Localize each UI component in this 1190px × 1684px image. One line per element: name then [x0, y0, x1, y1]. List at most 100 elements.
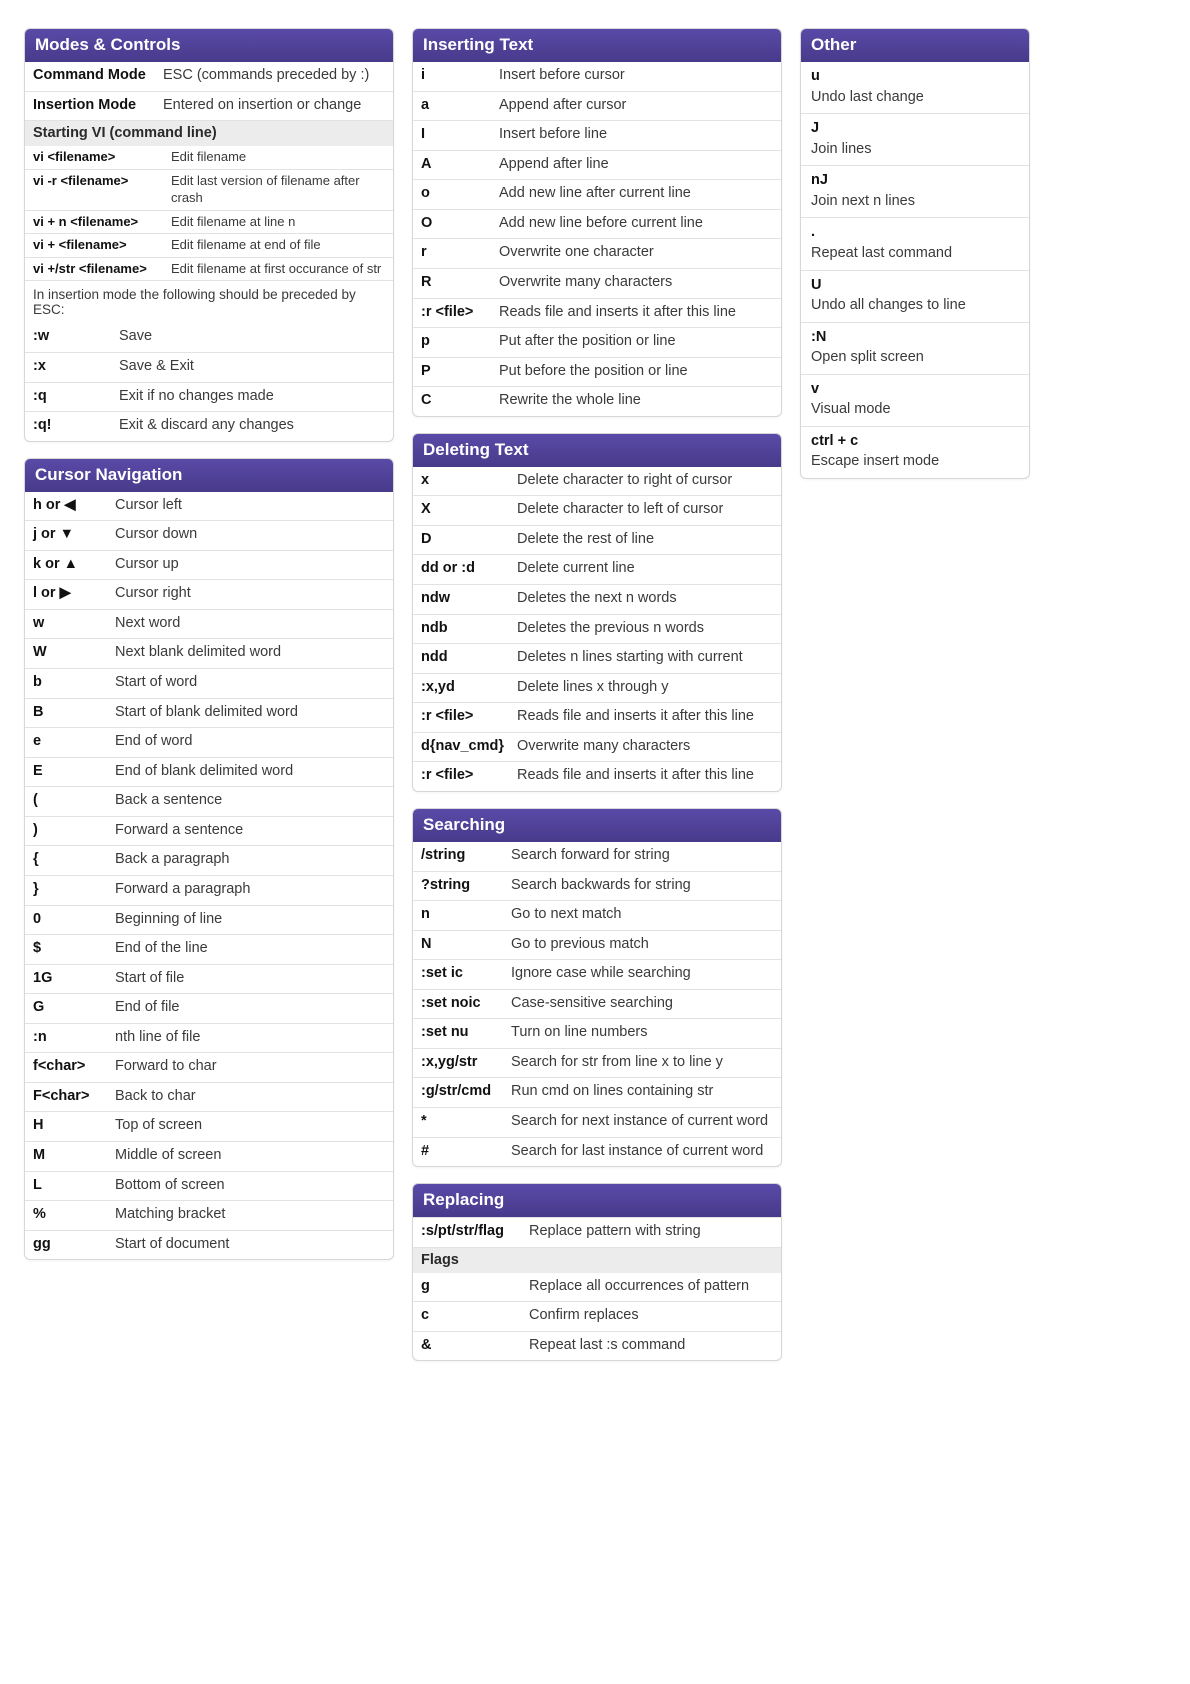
cmd-desc: Search for next instance of current word — [511, 1112, 773, 1132]
table-row: pPut after the position or line — [413, 327, 781, 357]
modes-esc-rows: :wSave:xSave & Exit:qExit if no changes … — [25, 323, 393, 440]
card-header-cursor: Cursor Navigation — [25, 459, 393, 492]
cmd-desc: Overwrite one character — [499, 243, 773, 263]
subhead-starting-vi: Starting VI (command line) — [25, 120, 393, 146]
cmd-key: ( — [33, 791, 115, 811]
cmd-desc: Append after cursor — [499, 96, 773, 116]
cmd-key: ndd — [421, 648, 517, 668]
table-row: CRewrite the whole line — [413, 386, 781, 416]
table-row: AAppend after line — [413, 150, 781, 180]
cmd-key: % — [33, 1205, 115, 1225]
cmd-key: w — [33, 614, 115, 634]
cmd-desc: Cursor left — [115, 496, 385, 516]
cmd-desc: Deletes the previous n words — [517, 619, 773, 639]
cmd-desc: Visual mode — [811, 400, 891, 420]
table-row: ctrl + cEscape insert mode — [801, 426, 1029, 478]
cmd-desc: Escape insert mode — [811, 452, 939, 472]
cmd-key: P — [421, 362, 499, 382]
cmd-desc: Go to next match — [511, 905, 773, 925]
cmd-key: :n — [33, 1028, 115, 1048]
cmd-desc: Reads file and inserts it after this lin… — [499, 303, 773, 323]
cursor-rows: h or ◀Cursor leftj or ▼Cursor downk or ▲… — [25, 492, 393, 1260]
cmd-key: f<char> — [33, 1057, 115, 1077]
cmd-desc: Edit filename at end of file — [171, 236, 385, 254]
table-row: 0Beginning of line — [25, 905, 393, 935]
table-row: EEnd of blank delimited word — [25, 757, 393, 787]
table-row: F<char>Back to char — [25, 1082, 393, 1112]
cmd-desc: Back to char — [115, 1087, 385, 1107]
table-row: vi <filename>Edit filename — [25, 146, 393, 169]
cmd-key: * — [421, 1112, 511, 1132]
table-row: :wSave — [25, 323, 393, 352]
cmd-key: d{nav_cmd} — [421, 737, 517, 757]
cmd-key: c — [421, 1306, 529, 1326]
table-row: j or ▼Cursor down — [25, 520, 393, 550]
cmd-key: E — [33, 762, 115, 782]
cmd-key: I — [421, 125, 499, 145]
cmd-key: :r <file> — [421, 707, 517, 727]
cmd-desc: Delete current line — [517, 559, 773, 579]
table-row: k or ▲Cursor up — [25, 550, 393, 580]
table-row: iInsert before cursor — [413, 62, 781, 91]
cmd-key: W — [33, 643, 115, 663]
table-row: 1GStart of file — [25, 964, 393, 994]
table-row: oAdd new line after current line — [413, 179, 781, 209]
cmd-desc: Top of screen — [115, 1116, 385, 1136]
card-delete: Deleting Text xDelete character to right… — [412, 433, 782, 792]
cmd-key: /string — [421, 846, 511, 866]
table-row: vi + <filename>Edit filename at end of f… — [25, 233, 393, 257]
cmd-desc: End of word — [115, 732, 385, 752]
cmd-key: :x,yd — [421, 678, 517, 698]
table-row: OAdd new line before current line — [413, 209, 781, 239]
cmd-key: p — [421, 332, 499, 352]
card-modes: Modes & Controls Command ModeESC (comman… — [24, 28, 394, 442]
cmd-key: :x — [33, 357, 119, 377]
cmd-key: b — [33, 673, 115, 693]
cmd-key: j or ▼ — [33, 525, 115, 545]
cmd-key: i — [421, 66, 499, 86]
cmd-desc: Matching bracket — [115, 1205, 385, 1225]
table-row: :NOpen split screen — [801, 322, 1029, 374]
table-row: ROverwrite many characters — [413, 268, 781, 298]
table-row: $End of the line — [25, 934, 393, 964]
cmd-desc: Turn on line numbers — [511, 1023, 773, 1043]
cmd-desc: Join lines — [811, 140, 871, 160]
table-row: vi -r <filename>Edit last version of fil… — [25, 169, 393, 210]
cmd-desc: Delete character to right of cursor — [517, 471, 773, 491]
other-rows: uUndo last changeJJoin linesnJJoin next … — [801, 62, 1029, 478]
cmd-key: :set nu — [421, 1023, 511, 1043]
cmd-desc: Start of blank delimited word — [115, 703, 385, 723]
cmd-key: C — [421, 391, 499, 411]
cmd-desc: Search for str from line x to line y — [511, 1053, 773, 1073]
cmd-desc: Reads file and inserts it after this lin… — [517, 766, 773, 786]
replace-flag-rows: gReplace all occurrences of patterncConf… — [413, 1273, 781, 1361]
cmd-key: n — [421, 905, 511, 925]
cmd-desc: Beginning of line — [115, 910, 385, 930]
cmd-key: :x,yg/str — [421, 1053, 511, 1073]
table-row: :x,ydDelete lines x through y — [413, 673, 781, 703]
cmd-desc: Search backwards for string — [511, 876, 773, 896]
cmd-key: vi <filename> — [33, 148, 171, 166]
table-row: PPut before the position or line — [413, 357, 781, 387]
table-row: Insertion ModeEntered on insertion or ch… — [25, 91, 393, 121]
cmd-desc: Exit if no changes made — [119, 387, 385, 407]
table-row: .Repeat last command — [801, 217, 1029, 269]
cmd-desc: Overwrite many characters — [517, 737, 773, 757]
cmd-key: . — [811, 223, 815, 244]
table-row: wNext word — [25, 609, 393, 639]
cmd-desc: Forward a paragraph — [115, 880, 385, 900]
modes-start-rows: vi <filename>Edit filenamevi -r <filenam… — [25, 146, 393, 280]
cmd-key: :r <file> — [421, 303, 499, 323]
cmd-desc: Search for last instance of current word — [511, 1142, 773, 1162]
cmd-desc: Overwrite many characters — [499, 273, 773, 293]
cmd-key: a — [421, 96, 499, 116]
cmd-desc: Cursor up — [115, 555, 385, 575]
cmd-key: :w — [33, 327, 119, 347]
cmd-key: M — [33, 1146, 115, 1166]
table-row: {Back a paragraph — [25, 845, 393, 875]
table-row: cConfirm replaces — [413, 1301, 781, 1331]
cmd-key: 0 — [33, 910, 115, 930]
table-row: dd or :dDelete current line — [413, 554, 781, 584]
cmd-key: vi + n <filename> — [33, 213, 171, 231]
cmd-key: dd or :d — [421, 559, 517, 579]
